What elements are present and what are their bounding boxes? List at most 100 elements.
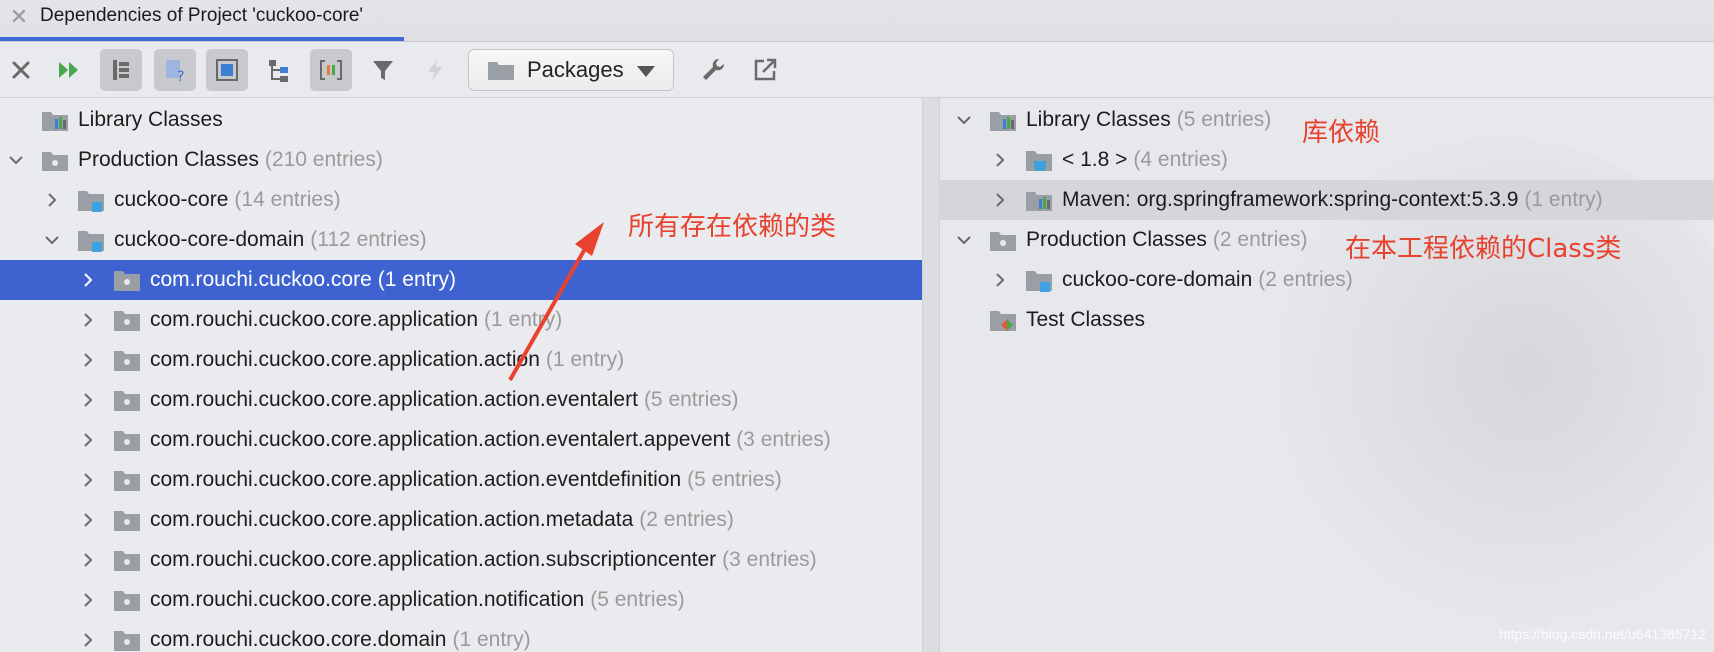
tree-row-label: com.rouchi.cuckoo.core.domain — [150, 628, 447, 651]
chevron-down-icon[interactable] — [42, 230, 62, 250]
lightning-button[interactable] — [414, 49, 456, 91]
close-icon — [12, 61, 30, 79]
tree-row-com-rouchi-cuckoo-core-application[interactable]: com.rouchi.cuckoo.core.application (1 ent… — [0, 300, 922, 340]
show-modules-button[interactable] — [206, 49, 248, 91]
entry-count: (4 entries) — [1133, 148, 1228, 171]
folder-icon — [40, 147, 70, 173]
group-by-scope-button[interactable] — [258, 49, 300, 91]
chevron-down-icon[interactable] — [6, 150, 26, 170]
tree-row-test-classes[interactable]: Test Classes — [940, 300, 1714, 340]
tree-row-label: cuckoo-core-domain — [114, 228, 305, 251]
tree-row-label: com.rouchi.cuckoo.core.application.actio… — [150, 548, 717, 571]
export-button[interactable] — [744, 49, 786, 91]
chevron-right-icon[interactable] — [990, 190, 1010, 210]
entry-count: (2 entries) — [1212, 228, 1308, 251]
chevron-right-icon[interactable] — [78, 590, 98, 610]
tree-row-label: com.rouchi.cuckoo.core.application.actio… — [150, 508, 634, 531]
chevron-down-icon[interactable] — [954, 110, 974, 130]
toolbar: ? Packages — [0, 42, 1714, 98]
chevron-right-icon[interactable] — [78, 470, 98, 490]
window-title: Dependencies of Project 'cuckoo-core' — [40, 5, 364, 26]
library-icon — [40, 107, 70, 133]
entry-count: (1 entry) — [484, 308, 563, 331]
tree-row-label: cuckoo-core-domain — [1062, 268, 1253, 291]
chevron-right-icon[interactable] — [78, 270, 98, 290]
annotation-all-dependent-classes: 所有存在依赖的类 — [628, 212, 837, 242]
flatten-packages-button[interactable] — [100, 49, 142, 91]
tree-row-label: Library Classes — [78, 108, 223, 131]
package-icon — [112, 427, 142, 453]
tree-row-com-rouchi-cuckoo-core-application-action-eventalert-appevent[interactable]: com.rouchi.cuckoo.core.application.actio… — [0, 420, 922, 460]
tree-row-com-rouchi-cuckoo-core-application-action-eventdefinition[interactable]: com.rouchi.cuckoo.core.application.actio… — [0, 460, 922, 500]
tree-row-label: cuckoo-core — [114, 188, 229, 211]
chevron-right-icon[interactable] — [78, 350, 98, 370]
active-tab-indicator — [0, 37, 404, 41]
chevron-right-icon[interactable] — [78, 550, 98, 570]
chevron-right-icon[interactable] — [78, 310, 98, 330]
tree-row-label: Library Classes — [1026, 108, 1171, 131]
entry-count: (5 entries) — [1176, 108, 1272, 131]
entry-count: (1 entry) — [377, 268, 456, 291]
panel-splitter[interactable] — [922, 98, 940, 652]
entry-count: (5 entries) — [687, 468, 782, 491]
tree-row-production-classes[interactable]: Production Classes (210 entries) — [0, 140, 922, 180]
close-button[interactable] — [0, 49, 42, 91]
entry-count: (1 entry) — [545, 348, 625, 371]
package-icon — [112, 547, 142, 573]
tree-row-label: com.rouchi.cuckoo.core.application.actio… — [150, 348, 540, 371]
chevron-down-icon[interactable] — [954, 230, 974, 250]
rerun-button[interactable] — [48, 49, 90, 91]
scope-dropdown-label: Packages — [527, 57, 624, 82]
entry-count: (5 entries) — [590, 588, 685, 611]
tree-row-label: com.rouchi.cuckoo.core.application.actio… — [150, 388, 638, 411]
chevron-right-icon[interactable] — [990, 150, 1010, 170]
module-frame-icon — [216, 59, 238, 81]
library-icon — [1024, 187, 1054, 213]
chevron-right-icon[interactable] — [990, 270, 1010, 290]
module-icon — [76, 227, 106, 253]
file-question-icon: ? — [166, 60, 184, 84]
package-icon — [112, 467, 142, 493]
settings-button[interactable] — [692, 49, 734, 91]
export-icon — [754, 58, 777, 81]
show-files-button[interactable]: ? — [154, 49, 196, 91]
tree-row-com-rouchi-cuckoo-core-application-action-eventalert[interactable]: com.rouchi.cuckoo.core.application.actio… — [0, 380, 922, 420]
tree-row-com-rouchi-cuckoo-core-application-notification[interactable]: com.rouchi.cuckoo.core.application.notif… — [0, 580, 922, 620]
tree-row-com-rouchi-cuckoo-core[interactable]: com.rouchi.cuckoo.core (1 entry) — [0, 260, 922, 300]
chevron-right-icon[interactable] — [42, 190, 62, 210]
tree-row-maven-org-springframework-spring-context-5-3-9[interactable]: Maven: org.springframework:spring-contex… — [940, 180, 1714, 220]
title-bar: ✕ Dependencies of Project 'cuckoo-core' — [0, 0, 1714, 42]
tree-row-com-rouchi-cuckoo-core-application-action[interactable]: com.rouchi.cuckoo.core.application.actio… — [0, 340, 922, 380]
close-tab-icon[interactable]: ✕ — [8, 6, 30, 28]
jdk-icon — [1024, 147, 1054, 173]
package-icon — [112, 387, 142, 413]
chevron-right-icon[interactable] — [78, 430, 98, 450]
package-icon — [112, 347, 142, 373]
entry-count: (14 entries) — [234, 188, 341, 211]
chevron-down-icon — [637, 66, 655, 77]
tree-row-library-classes[interactable]: Library Classes — [0, 100, 922, 140]
entry-count: (2 entries) — [639, 508, 734, 531]
tree-row-com-rouchi-cuckoo-core-application-action-subscriptioncenter[interactable]: com.rouchi.cuckoo.core.application.actio… — [0, 540, 922, 580]
entry-count: (5 entries) — [643, 388, 739, 411]
entry-count: (112 entries) — [310, 228, 427, 251]
package-icon — [112, 267, 142, 293]
tree-row-com-rouchi-cuckoo-core-application-action-metadata[interactable]: com.rouchi.cuckoo.core.application.actio… — [0, 500, 922, 540]
tree-row-label: com.rouchi.cuckoo.core.application.actio… — [150, 468, 682, 491]
tree-row-com-rouchi-cuckoo-core-domain[interactable]: com.rouchi.cuckoo.core.domain (1 entry) — [0, 620, 922, 652]
filter-button[interactable] — [362, 49, 404, 91]
tree-row-cuckoo-core-domain[interactable]: cuckoo-core-domain (2 entries) — [940, 260, 1714, 300]
entry-count: (210 entries) — [264, 148, 383, 171]
annotation-project-dependency: 在本工程依赖的Class类 — [1345, 234, 1622, 264]
svg-text:?: ? — [177, 69, 184, 84]
hierarchy-icon — [269, 60, 288, 82]
tree-row-label: com.rouchi.cuckoo.core — [150, 268, 372, 291]
chevron-right-icon[interactable] — [78, 390, 98, 410]
scope-dropdown[interactable]: Packages — [468, 49, 674, 91]
brackets-icon — [320, 60, 342, 80]
chevron-right-icon[interactable] — [78, 510, 98, 530]
tree-row-label: Production Classes — [1026, 228, 1207, 251]
chevron-right-icon[interactable] — [78, 630, 98, 650]
show-cyclic-button[interactable] — [310, 49, 352, 91]
